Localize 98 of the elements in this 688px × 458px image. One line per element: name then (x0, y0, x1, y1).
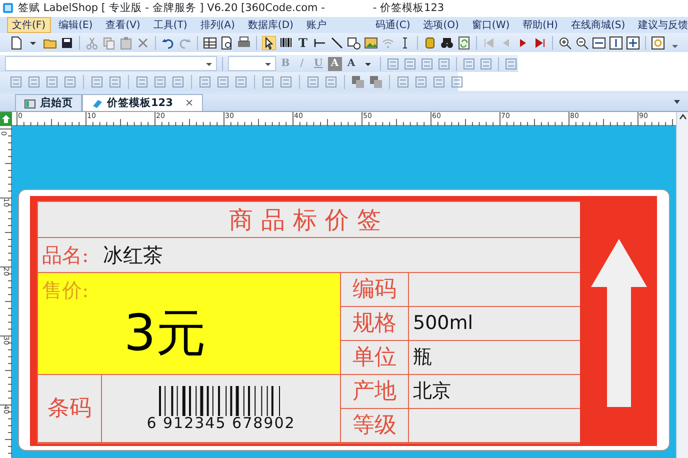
layout-icon[interactable] (324, 74, 338, 88)
field-value: 500ml (409, 307, 580, 340)
layout-icon[interactable] (420, 56, 434, 70)
new-document-icon[interactable] (9, 36, 23, 50)
layout-icon[interactable] (462, 56, 476, 70)
text-tool-button[interactable]: T (296, 36, 310, 50)
field-value: 冰红茶 (102, 242, 163, 269)
highlight-button[interactable]: A (328, 56, 342, 70)
menu-item[interactable]: 账户 (301, 17, 332, 33)
layout-icon[interactable] (279, 74, 293, 88)
app-icon (2, 2, 14, 14)
price-value: 3元 (124, 305, 206, 361)
layout-icon[interactable] (171, 74, 185, 88)
field-label: 编码 (341, 273, 408, 306)
field-label: 等级 (341, 409, 408, 442)
layout-icon[interactable] (432, 74, 446, 88)
font-color-button[interactable]: A (344, 56, 358, 70)
home-page-icon (24, 98, 36, 108)
menu-item[interactable]: 排列(A) (195, 17, 240, 33)
close-button[interactable]: × (184, 94, 194, 112)
shapes-icon[interactable] (347, 36, 361, 50)
layout-icon[interactable] (108, 74, 122, 88)
layout-icon[interactable] (386, 56, 400, 70)
layout-icon[interactable] (45, 74, 59, 88)
layout-icon[interactable] (198, 74, 212, 88)
label-document-icon (91, 98, 103, 108)
layout-icon[interactable] (63, 74, 77, 88)
font-size-field[interactable] (228, 56, 276, 71)
layout-icon[interactable] (478, 56, 493, 70)
scrollbar[interactable] (676, 126, 688, 458)
label-title: 商品标价签 (38, 202, 580, 237)
menu-item[interactable]: 在线商城(S) (566, 17, 630, 33)
layout-icon[interactable] (153, 74, 167, 88)
delete-icon[interactable] (136, 36, 150, 50)
field-label: 产地 (341, 375, 408, 408)
tab[interactable]: 价签模板123 × (82, 94, 203, 111)
fit-width-icon[interactable] (592, 36, 606, 50)
copy-icon[interactable] (102, 36, 116, 50)
fit-height-icon[interactable] (609, 36, 623, 50)
layout-icon[interactable] (27, 74, 41, 88)
binoculars-icon[interactable] (440, 36, 454, 50)
printer-icon[interactable] (237, 36, 251, 50)
menu-item[interactable]: 窗口(W) (466, 17, 515, 33)
field-label: 规格 (341, 307, 408, 340)
layout-icon[interactable] (396, 74, 410, 88)
field-label: 品名: (42, 242, 89, 269)
fit-page-icon[interactable] (626, 36, 640, 50)
ruler-origin-icon[interactable] (0, 112, 12, 126)
layout-icon[interactable] (414, 74, 428, 88)
layout-icon[interactable] (90, 74, 104, 88)
refresh-icon[interactable] (457, 36, 471, 50)
image-icon[interactable] (364, 36, 378, 50)
first-record-icon[interactable] (482, 36, 496, 50)
font-name-field[interactable] (5, 56, 217, 71)
layout-icon[interactable] (261, 74, 275, 88)
paste-icon[interactable] (119, 36, 133, 50)
layout-icon[interactable] (436, 56, 451, 70)
field-value: 北京 (409, 375, 580, 408)
menu-item[interactable]: 帮助(H) (518, 17, 563, 33)
pointer-icon[interactable] (262, 36, 276, 50)
layout-icon[interactable] (9, 74, 23, 88)
zoom-in-icon[interactable] (558, 36, 572, 50)
layout-icon[interactable] (135, 74, 149, 88)
tab[interactable]: 启始页 (15, 94, 82, 111)
menu-item[interactable]: 选项(O) (418, 17, 464, 33)
field-label: 售价: (42, 277, 89, 304)
layout-icon[interactable] (504, 56, 518, 70)
window-title: 签赋 LabelShop [ 专业版 - 金牌服务 ] V6.20 [360Code.com - (18, 1, 325, 16)
table-icon[interactable] (203, 36, 217, 50)
scissors-icon[interactable] (85, 36, 99, 50)
help-icon[interactable] (651, 36, 665, 50)
menu-item[interactable]: 编辑(E) (54, 17, 98, 33)
menu-item[interactable]: 数据库(D) (242, 17, 298, 33)
scroll-up-icon[interactable] (678, 112, 688, 122)
menu-item[interactable]: 文件(F) (7, 17, 51, 33)
last-record-icon[interactable] (533, 36, 547, 50)
save-icon[interactable] (60, 36, 74, 50)
menu-item[interactable]: 查看(V) (100, 17, 146, 33)
window-title: - 价签模板123 (372, 1, 444, 16)
barcode-icon[interactable] (279, 36, 293, 50)
field-value: 瓶 (409, 341, 580, 374)
menu-item[interactable]: 工具(T) (148, 17, 192, 33)
layout-icon[interactable] (216, 74, 230, 88)
layout-icon[interactable] (306, 74, 320, 88)
menu-item[interactable]: 建议与反馈 (633, 17, 688, 33)
barcode-number: 6 912345 678902 (146, 416, 296, 431)
menu-item[interactable]: 码通(C) (370, 17, 416, 33)
layers-icon[interactable] (369, 74, 383, 88)
layout-icon[interactable] (234, 74, 248, 88)
layout-icon[interactable] (450, 74, 464, 88)
field-label: 单位 (341, 341, 408, 374)
layout-icon[interactable] (402, 56, 417, 70)
layers-icon[interactable] (351, 74, 365, 88)
field-label: 条码 (38, 375, 101, 442)
print-preview-icon[interactable] (220, 36, 234, 50)
database-icon[interactable] (423, 36, 437, 50)
diagonal-line-icon[interactable] (330, 36, 344, 50)
zoom-out-icon[interactable] (575, 36, 589, 50)
